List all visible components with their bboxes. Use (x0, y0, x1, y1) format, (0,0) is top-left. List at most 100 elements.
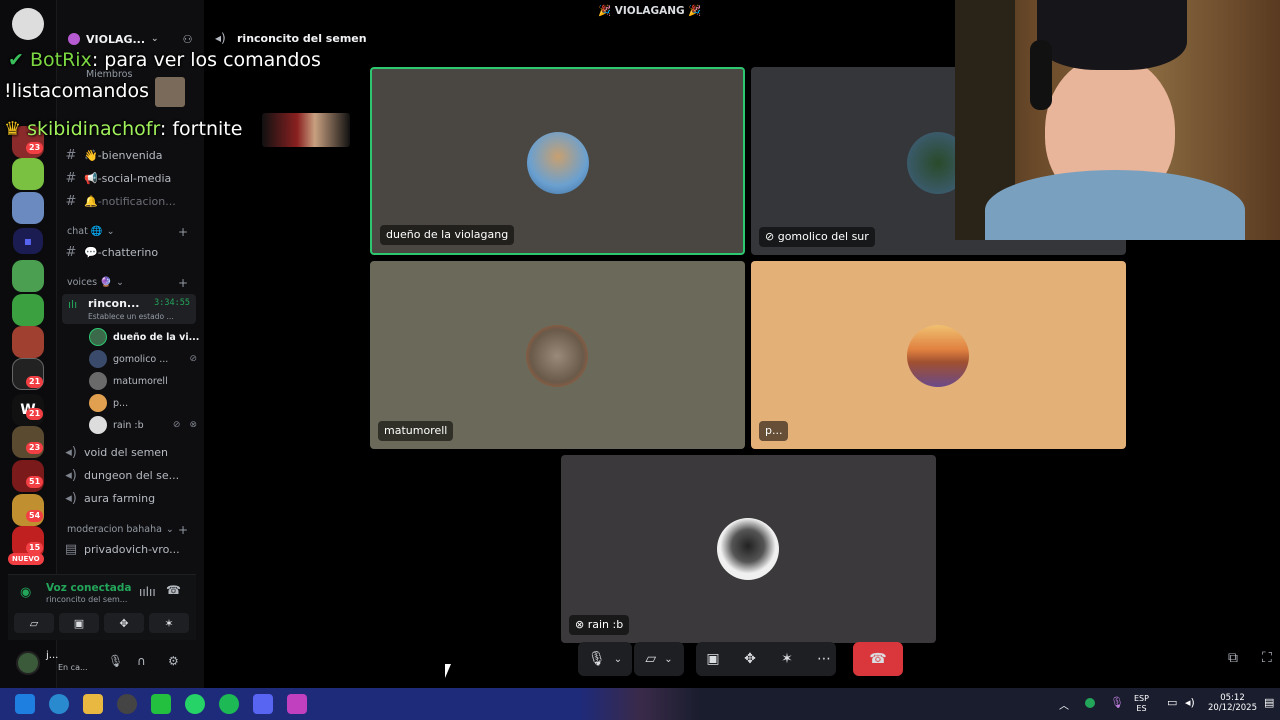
headphones-icon[interactable]: ∩ (137, 654, 146, 668)
voice-channel-dungeon[interactable]: ◂) dungeon del se... (64, 465, 200, 485)
voice-channel-void[interactable]: ◂) void del semen (64, 442, 200, 462)
clock[interactable]: 05:12 20/12/2025 (1208, 693, 1257, 713)
server-icon[interactable] (12, 260, 44, 292)
activities-icon: ✥ (119, 616, 129, 630)
channel-text-chatterino[interactable]: # 💬-chatterino (64, 242, 200, 262)
tray-app-icon[interactable] (1085, 698, 1095, 708)
disconnect-icon[interactable]: ☎ (166, 583, 181, 597)
add-member-icon[interactable]: ⚇ (183, 33, 193, 46)
voice-user[interactable]: matumorell (89, 371, 197, 391)
voice-status-label: Voz conectada (46, 582, 132, 594)
unread-badge: 21 (26, 408, 44, 420)
avatar (907, 325, 969, 387)
add-channel-icon[interactable]: + (178, 523, 188, 537)
server-name: VIOLAG... (86, 32, 146, 46)
windows-start-icon[interactable] (15, 694, 35, 714)
settings-gear-icon[interactable]: ⚙ (168, 654, 179, 668)
server-emblem-icon (68, 33, 80, 45)
voice-user[interactable]: dueño de la vi... (89, 327, 199, 347)
voice-user[interactable]: rain :b ⊘ ⊗ (89, 415, 197, 435)
fullscreen-icon[interactable]: ⛶ (1262, 650, 1272, 666)
category-chat[interactable]: chat 🌐 ⌄ (67, 226, 115, 237)
channel-text-notificaciones[interactable]: # 🔔-notificacion... (64, 191, 200, 211)
voice-channel-link[interactable]: rinconcito del sem... (46, 595, 127, 604)
user-name: j... (46, 650, 59, 661)
voice-user[interactable]: gomolico ... ⊘ (89, 349, 197, 369)
spotify-icon[interactable] (219, 694, 239, 714)
app-icon[interactable] (287, 694, 307, 714)
tray-mic-icon[interactable]: 🎙 (1110, 696, 1124, 709)
category-label: chat 🌐 (67, 226, 103, 237)
server-icon[interactable] (12, 294, 44, 326)
camera-button[interactable]: ▱ ⌄ (634, 642, 684, 676)
volume-icon[interactable]: ◂) (1185, 696, 1195, 709)
end-call-button[interactable]: ☎ (853, 642, 903, 676)
channel-forum-privadovich[interactable]: ▤ privadovich-vro... (64, 539, 200, 559)
voice-active-icon: ılı (68, 298, 78, 311)
activities-button[interactable]: ✥ (737, 642, 763, 676)
bot-badge-icon: ✔ (8, 49, 24, 71)
add-channel-icon[interactable]: + (178, 276, 188, 290)
category-label: voices 🔮 (67, 277, 112, 288)
screen-share-icon: ▣ (73, 616, 85, 630)
channel-text-social-media[interactable]: # 📢-social-media (64, 168, 200, 188)
server-icon[interactable] (12, 192, 44, 224)
discord-icon[interactable] (253, 694, 273, 714)
avatar (89, 394, 107, 412)
whatsapp-icon[interactable] (185, 694, 205, 714)
streamer-webcam (955, 0, 1280, 240)
add-channel-icon[interactable]: + (178, 225, 188, 239)
voice-status[interactable]: Establece un estado ... (88, 312, 174, 321)
category-moderacion[interactable]: moderacion bahaha ⌄ (67, 524, 174, 535)
kick-icon[interactable] (151, 694, 171, 714)
voice-user-name: rain :b (113, 419, 144, 431)
pop-out-icon[interactable]: ⧉ (1228, 650, 1238, 666)
channel-text-bienvenida[interactable]: # 👋-bienvenida (64, 145, 200, 165)
active-voice-channel[interactable]: ılı rincon... 3:34:55 Establece un estad… (62, 294, 196, 324)
folder-icon[interactable]: ▪ (13, 228, 43, 254)
server-icon[interactable] (12, 8, 44, 40)
channel-label: 🔔-notificacion... (84, 194, 176, 208)
noise-suppression-icon[interactable]: ıılıı (139, 585, 156, 599)
participant-tile[interactable]: ⊗ rain :b (561, 455, 936, 643)
category-voices[interactable]: voices 🔮 ⌄ (67, 277, 124, 288)
soundboard-button[interactable]: ✶ (774, 642, 800, 676)
voice-channel-aura[interactable]: ◂) aura farming (64, 488, 200, 508)
stream-chat-message: ♛ skibidinachofr: fortnite (4, 118, 242, 140)
category-label: moderacion bahaha (67, 524, 162, 535)
server-icon[interactable] (12, 326, 44, 358)
avatar[interactable] (16, 651, 40, 675)
voice-connected-panel: ◉ Voz conectada rinconcito del sem... ıı… (8, 574, 196, 640)
voice-user[interactable]: p... (89, 393, 197, 413)
screen-share-button[interactable]: ▣ (59, 613, 99, 633)
microphone-icon: 🎙 (587, 651, 606, 667)
file-explorer-icon[interactable] (83, 694, 103, 714)
speaker-icon: ◂) (215, 31, 226, 45)
participant-tile[interactable]: p... (751, 261, 1126, 449)
channel-label: dungeon del se... (84, 468, 180, 482)
server-header[interactable]: VIOLAG... ⌄ ⚇ (68, 30, 200, 48)
activities-button[interactable]: ✥ (104, 613, 144, 633)
browser-icon[interactable] (49, 694, 69, 714)
server-icon[interactable] (12, 158, 44, 190)
camera-off-button[interactable]: ▱ (14, 613, 54, 633)
chevron-down-icon: ⌄ (165, 524, 174, 535)
participant-tile[interactable]: matumorell (370, 261, 745, 449)
screen-share-button[interactable]: ▣ (700, 642, 726, 676)
clock-date: 20/12/2025 (1208, 703, 1257, 713)
microphone-button[interactable]: 🎙 ⌄ (578, 642, 632, 676)
soundboard-button[interactable]: ✶ (149, 613, 189, 633)
unread-badge: 54 (26, 510, 44, 522)
participant-name: rain :b (587, 618, 624, 631)
tray-expand-icon[interactable]: ︿ (1059, 697, 1069, 712)
language-indicator[interactable]: ESP ES (1134, 694, 1149, 714)
notifications-icon[interactable]: ▤ (1264, 696, 1274, 709)
more-options-button[interactable]: ⋯ (811, 642, 837, 676)
microphone-icon[interactable]: 🎙 (108, 654, 123, 668)
signal-icon[interactable]: ◉ (20, 585, 31, 600)
network-icon[interactable]: ▭ (1167, 696, 1177, 709)
participant-tile[interactable]: dueño de la violagang (370, 67, 745, 255)
participant-name-wrap: ⊗ rain :b (569, 615, 630, 635)
obs-icon[interactable] (117, 694, 137, 714)
mouse-cursor (445, 664, 451, 678)
